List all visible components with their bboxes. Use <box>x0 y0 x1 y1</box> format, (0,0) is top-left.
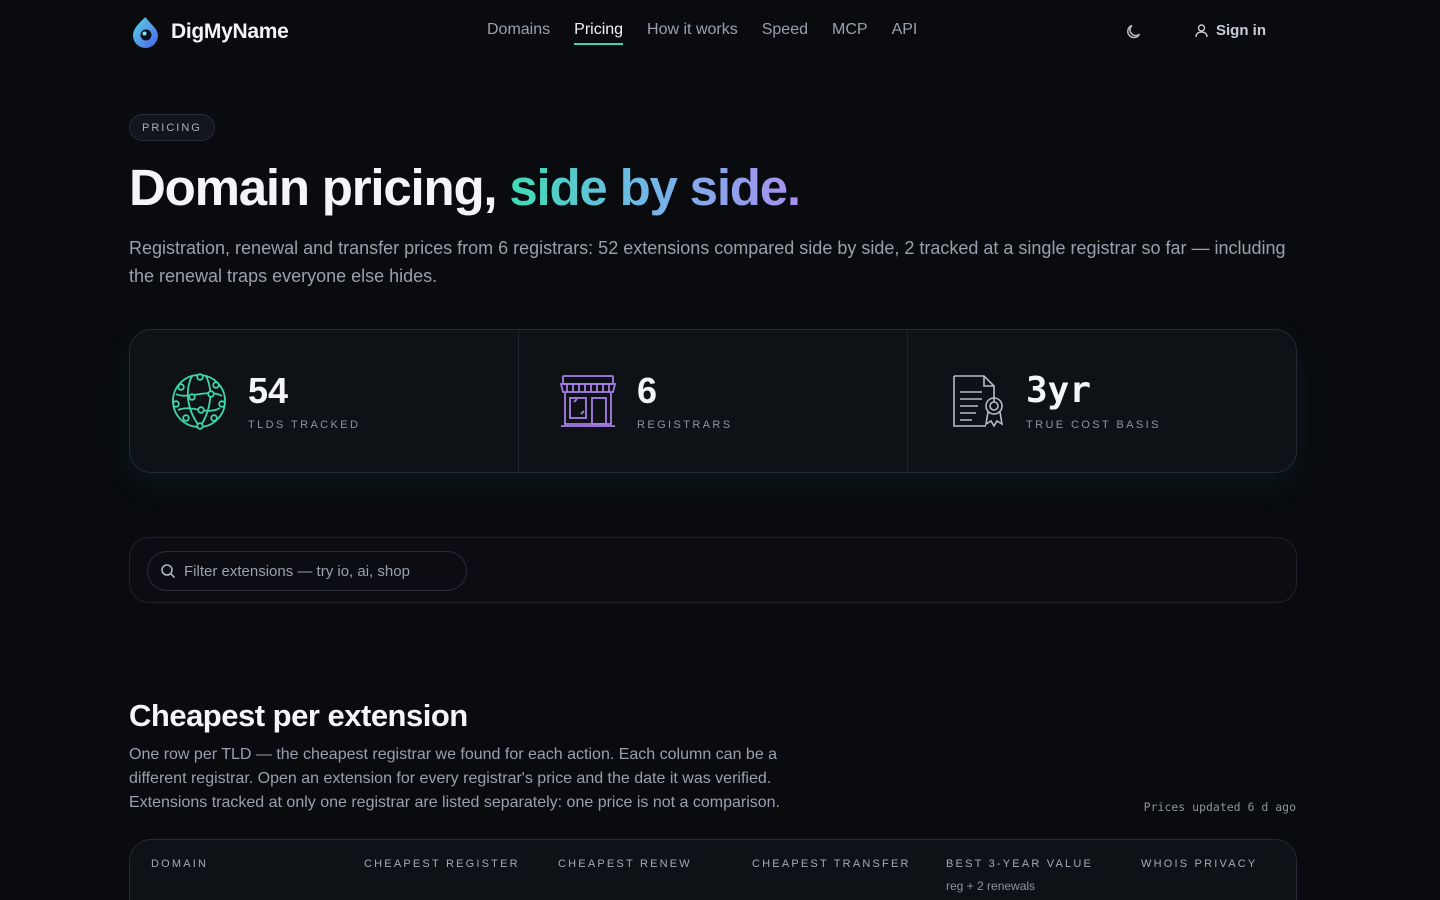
nav-links: Domains Pricing How it works Speed MCP A… <box>487 21 917 45</box>
brand-name: DigMyName <box>171 19 289 43</box>
page-title-plain: Domain pricing, <box>129 159 510 216</box>
column-header-domain[interactable]: DOMAIN <box>151 858 208 870</box>
column-header-cheapest-renew[interactable]: CHEAPEST RENEW <box>558 858 692 870</box>
storefront-icon <box>559 375 617 427</box>
certificate-icon <box>953 375 1004 428</box>
column-subheader-best-3-year-value: reg + 2 renewals <box>946 879 1036 893</box>
page-title-gradient: side by side. <box>509 159 801 216</box>
column-header-cheapest-transfer[interactable]: CHEAPEST TRANSFER <box>752 858 911 870</box>
section-title: Cheapest per extension <box>129 698 468 733</box>
globe-network-icon <box>172 373 226 430</box>
stat-registrars: 6 REGISTRARS <box>519 330 908 472</box>
sign-in-button[interactable]: Sign in <box>1194 22 1266 39</box>
top-navigation: DigMyName Domains Pricing How it works S… <box>0 0 1440 64</box>
nav-link-domains[interactable]: Domains <box>487 21 550 45</box>
nav-link-mcp[interactable]: MCP <box>832 21 868 45</box>
section-badge: PRICING <box>129 114 215 141</box>
prices-updated-timestamp: Prices updated 6 d ago <box>1143 800 1296 814</box>
filter-panel <box>129 537 1297 603</box>
sign-in-label: Sign in <box>1216 22 1266 39</box>
pricing-table: DOMAIN CHEAPEST REGISTER CHEAPEST RENEW … <box>129 839 1297 900</box>
brand-logo[interactable]: DigMyName <box>129 15 289 48</box>
nav-link-api[interactable]: API <box>892 21 918 45</box>
column-header-cheapest-register[interactable]: CHEAPEST REGISTER <box>364 858 520 870</box>
stat-registrars-label: REGISTRARS <box>637 419 733 431</box>
stat-tlds-label: TLDS TRACKED <box>248 419 361 431</box>
stat-registrars-value: 6 <box>637 370 658 411</box>
stat-tlds: 54 TLDS TRACKED <box>130 330 519 472</box>
stat-cost-basis-value: 3yr <box>1026 370 1092 411</box>
stat-tlds-value: 54 <box>248 370 289 411</box>
stat-cost-basis: 3yr TRUE COST BASIS <box>908 330 1296 472</box>
stat-cost-basis-label: TRUE COST BASIS <box>1026 419 1161 431</box>
section-description: One row per TLD — the cheapest registrar… <box>129 746 780 811</box>
column-header-best-3-year-value[interactable]: BEST 3-YEAR VALUE <box>946 858 1093 870</box>
page-title: Domain pricing, side by side. <box>129 158 801 217</box>
column-header-whois-privacy[interactable]: WHOIS PRIVACY <box>1141 858 1257 870</box>
stats-panel: 54 TLDS TRACKED 6 REGISTRARS 3yr TRUE CO… <box>129 329 1297 473</box>
nav-link-how-it-works[interactable]: How it works <box>647 21 738 45</box>
nav-link-speed[interactable]: Speed <box>762 21 808 45</box>
page-subtitle: Registration, renewal and transfer price… <box>129 238 1286 286</box>
filter-extensions-input[interactable] <box>184 562 454 580</box>
filter-input-wrapper[interactable] <box>147 551 467 591</box>
user-icon <box>1195 24 1208 38</box>
logo-drop-icon <box>133 17 158 48</box>
moon-icon[interactable] <box>1124 22 1144 42</box>
search-icon <box>161 564 176 579</box>
nav-link-pricing[interactable]: Pricing <box>574 21 624 45</box>
